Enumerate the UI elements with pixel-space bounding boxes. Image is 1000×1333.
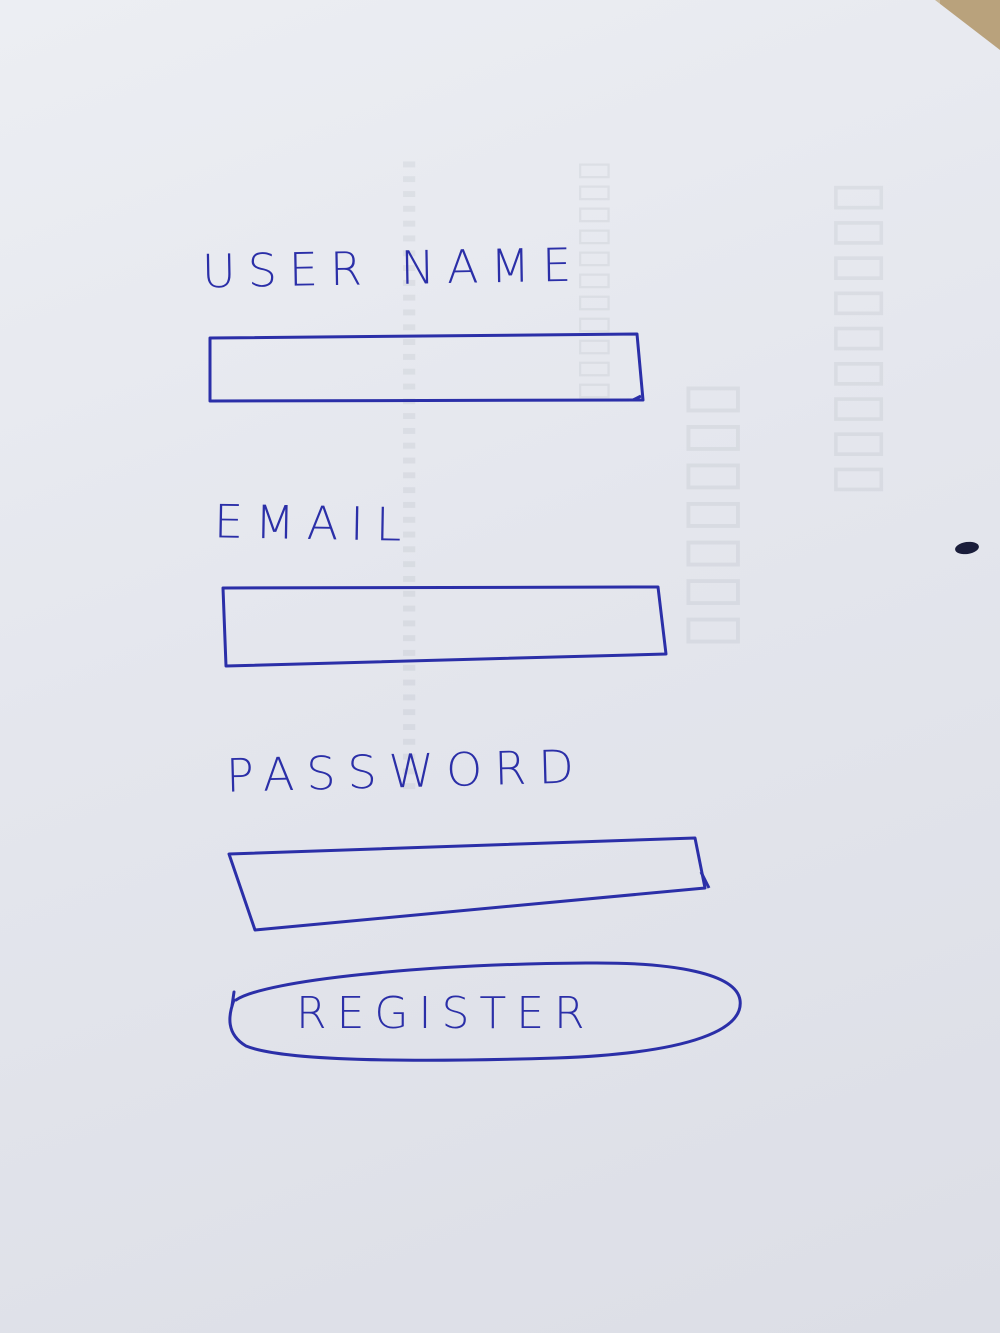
register-button-label: REGISTER (296, 988, 595, 1039)
email-input-outline (221, 585, 668, 668)
username-label: USER NAME (201, 237, 584, 299)
password-label: PASSWORD (225, 739, 587, 803)
password-input-outline (227, 836, 711, 932)
username-input-outline (208, 332, 645, 403)
register-button[interactable]: REGISTER (226, 958, 746, 1078)
registration-form-sketch: USER NAME EMAIL PASSWORD REGISTER (0, 0, 1000, 1333)
email-input[interactable] (218, 582, 673, 672)
username-input[interactable] (205, 330, 650, 410)
email-label: EMAIL (213, 494, 414, 552)
password-input[interactable] (225, 832, 713, 937)
